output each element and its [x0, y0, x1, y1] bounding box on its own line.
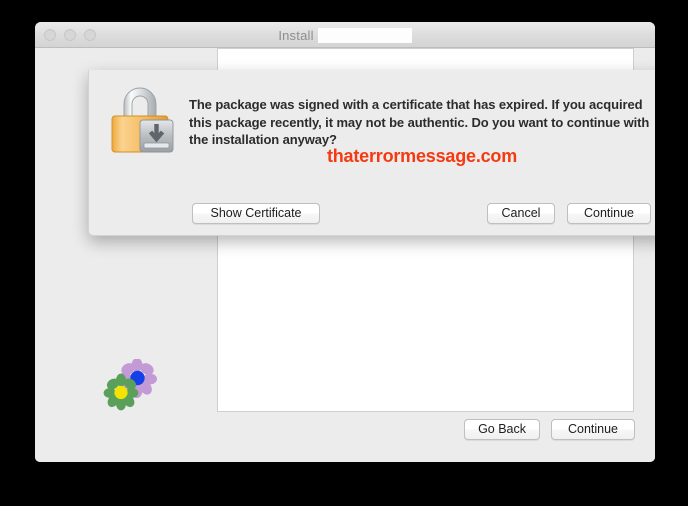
window-title-bar[interactable]: Install — [35, 22, 655, 48]
installer-footer: Go Back Continue — [35, 414, 655, 462]
show-certificate-button[interactable]: Show Certificate — [192, 203, 320, 224]
continue-button[interactable]: Continue — [567, 203, 651, 224]
cancel-button[interactable]: Cancel — [487, 203, 555, 224]
window-title-container: Install — [35, 22, 655, 48]
flowers-icon — [103, 358, 161, 411]
title-redaction-block — [317, 27, 412, 43]
window-title: Install — [278, 27, 314, 43]
footer-button-group: Go Back Continue — [464, 419, 635, 440]
certificate-warning-sheet: The package was signed with a certificat… — [88, 70, 655, 236]
continue-button[interactable]: Continue — [551, 419, 635, 440]
certificate-lock-icon — [103, 80, 177, 156]
go-back-button[interactable]: Go Back — [464, 419, 540, 440]
installer-window: Install Go Back Continue The package was… — [35, 22, 655, 462]
site-watermark: thaterrormessage.com — [326, 146, 518, 166]
sheet-right-button-group: Cancel Continue — [487, 203, 651, 224]
certificate-warning-message: The package was signed with a certificat… — [189, 97, 650, 147]
sheet-left-button-group: Show Certificate — [192, 203, 320, 224]
